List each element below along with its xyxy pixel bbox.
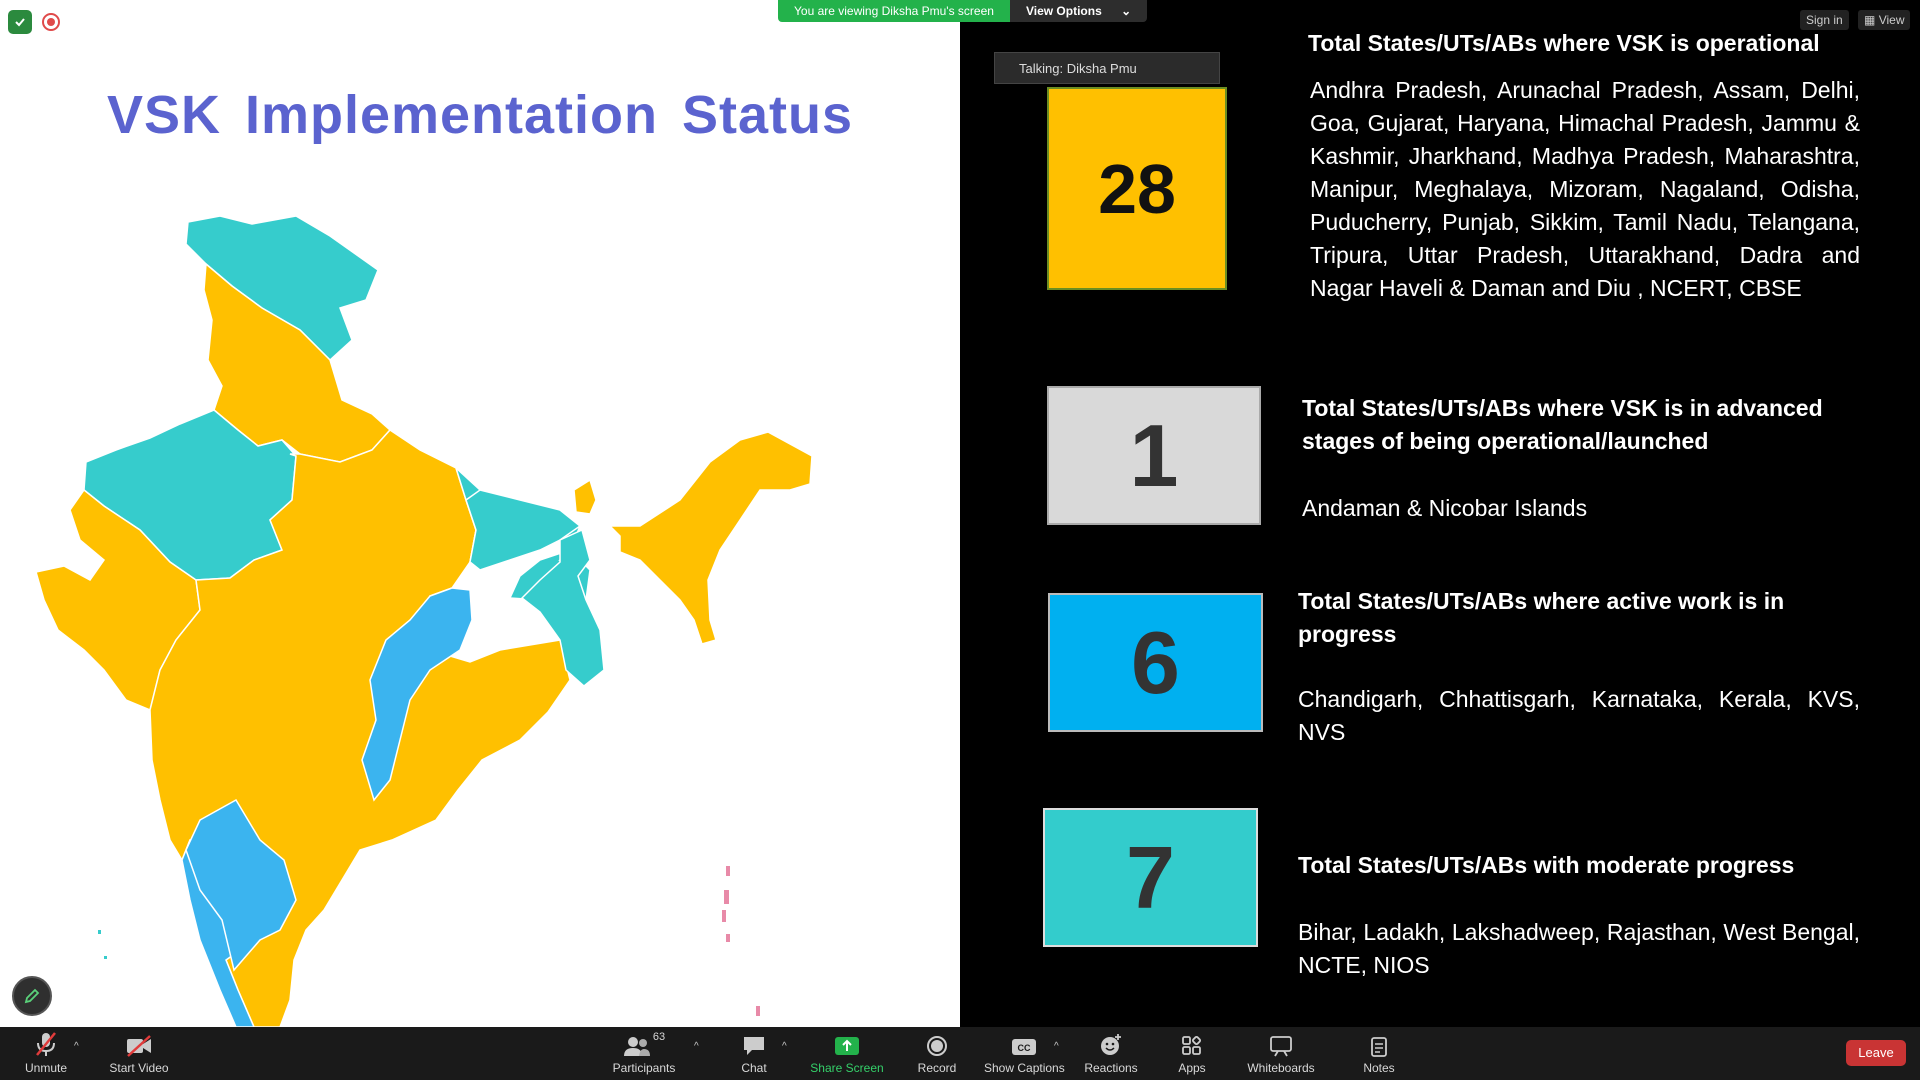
map-region-northeast [608, 431, 813, 645]
whiteboards-label: Whiteboards [1247, 1061, 1315, 1075]
view-button[interactable]: ▦ View [1858, 10, 1911, 30]
stat-count-advanced: 1 [1129, 405, 1179, 505]
apps-button[interactable]: Apps [1176, 1031, 1208, 1075]
recording-icon[interactable] [42, 13, 60, 31]
reactions-icon [1101, 1034, 1121, 1055]
shield-icon[interactable] [8, 10, 32, 34]
pencil-icon [24, 988, 40, 1004]
stat-box-active: 6 [1048, 593, 1263, 732]
heading-advanced: Total States/UTs/ABs where VSK is in adv… [1302, 395, 1823, 454]
list-moderate: Bihar, Ladakh, Lakshadweep, Rajasthan, W… [1298, 919, 1860, 978]
captions-options-caret[interactable]: ^ [1054, 1041, 1059, 1052]
slide-right-panel: 28 Total States/UTs/ABs where VSK is ope… [960, 0, 1920, 1027]
participants-options-caret[interactable]: ^ [694, 1041, 699, 1052]
list-advanced: Andaman & Nicobar Islands [1302, 495, 1588, 521]
view-options-button[interactable]: View Options ⌄ [1009, 0, 1148, 22]
whiteboards-button[interactable]: Whiteboards [1244, 1031, 1318, 1075]
video-camera-off-icon [127, 1035, 151, 1057]
apps-label: Apps [1178, 1061, 1206, 1075]
meeting-status-icons [8, 10, 60, 34]
stat-box-operational: 28 [1047, 87, 1227, 290]
record-button[interactable]: Record [914, 1031, 960, 1075]
show-captions-label: Show Captions [984, 1061, 1065, 1075]
share-screen-icon [835, 1037, 859, 1055]
chat-options-caret[interactable]: ^ [782, 1041, 787, 1052]
map-region-sikkim [573, 478, 597, 515]
meeting-toolbar: Unmute ^ Start Video 63 Participants ^ C… [0, 1027, 1920, 1080]
share-banner: You are viewing Diksha Pmu's screen View… [778, 0, 1148, 22]
show-captions-button[interactable]: CC Show Captions [984, 1031, 1065, 1075]
stat-count-active: 6 [1131, 612, 1180, 712]
talking-indicator: Talking: Diksha Pmu [994, 52, 1220, 84]
notes-button[interactable]: Notes [1360, 1031, 1398, 1075]
stat-box-moderate: 7 [1043, 808, 1258, 947]
sign-in-button[interactable]: Sign in [1800, 10, 1849, 30]
viewing-text: You are viewing Diksha Pmu's screen [778, 0, 1010, 22]
heading-active: Total States/UTs/ABs where active work i… [1298, 588, 1785, 647]
grid-icon: ▦ [1864, 13, 1876, 27]
share-screen-button[interactable]: Share Screen [810, 1031, 884, 1075]
start-video-label: Start Video [109, 1061, 169, 1075]
whiteboard-icon [1270, 1036, 1292, 1057]
chat-label: Chat [741, 1061, 767, 1075]
share-screen-label: Share Screen [810, 1061, 884, 1075]
reactions-label: Reactions [1084, 1061, 1138, 1075]
chat-button[interactable]: Chat [734, 1031, 774, 1075]
participants-button[interactable]: 63 Participants [608, 1031, 680, 1075]
slide-left-panel: VSK Implementation Status [0, 0, 960, 1027]
view-options-label: View Options [1025, 4, 1102, 18]
annotate-button[interactable] [12, 976, 52, 1016]
record-label: Record [917, 1061, 957, 1075]
reactions-button[interactable]: Reactions [1082, 1031, 1140, 1075]
chat-icon [744, 1037, 764, 1055]
heading-moderate: Total States/UTs/ABs with moderate progr… [1298, 852, 1795, 878]
participants-icon [623, 1037, 650, 1056]
microphone-muted-icon [36, 1032, 56, 1056]
list-operational: Andhra Pradesh, Arunachal Pradesh, Assam… [1310, 77, 1860, 301]
unmute-button[interactable]: Unmute [18, 1031, 74, 1075]
apps-icon [1182, 1035, 1202, 1055]
captions-icon: CC [1012, 1039, 1036, 1055]
participants-label: Participants [612, 1061, 676, 1075]
record-icon [927, 1036, 947, 1056]
map-islands-lakshadweep [98, 930, 107, 959]
list-active: Chandigarh, Chhattisgarh, Karnataka, Ker… [1298, 686, 1860, 745]
stat-count-operational: 28 [1098, 149, 1176, 228]
unmute-label: Unmute [24, 1061, 68, 1075]
slide-title: VSK Implementation Status [106, 85, 854, 145]
start-video-button[interactable]: Start Video [104, 1031, 174, 1075]
view-button-label: View [1878, 13, 1905, 27]
audio-options-caret[interactable]: ^ [74, 1041, 79, 1052]
notes-icon [1371, 1037, 1387, 1057]
svg-text:CC: CC [1018, 1043, 1031, 1053]
participant-count: 63 [652, 1031, 666, 1043]
heading-operational: Total States/UTs/ABs where VSK is operat… [1308, 30, 1820, 56]
notes-label: Notes [1363, 1061, 1395, 1075]
stat-count-moderate: 7 [1126, 827, 1175, 927]
stat-box-advanced: 1 [1047, 386, 1261, 525]
map-islands-andaman [722, 866, 760, 1016]
leave-button[interactable]: Leave [1846, 1040, 1906, 1066]
india-map [35, 215, 813, 1027]
chevron-down-icon: ⌄ [1121, 4, 1132, 18]
